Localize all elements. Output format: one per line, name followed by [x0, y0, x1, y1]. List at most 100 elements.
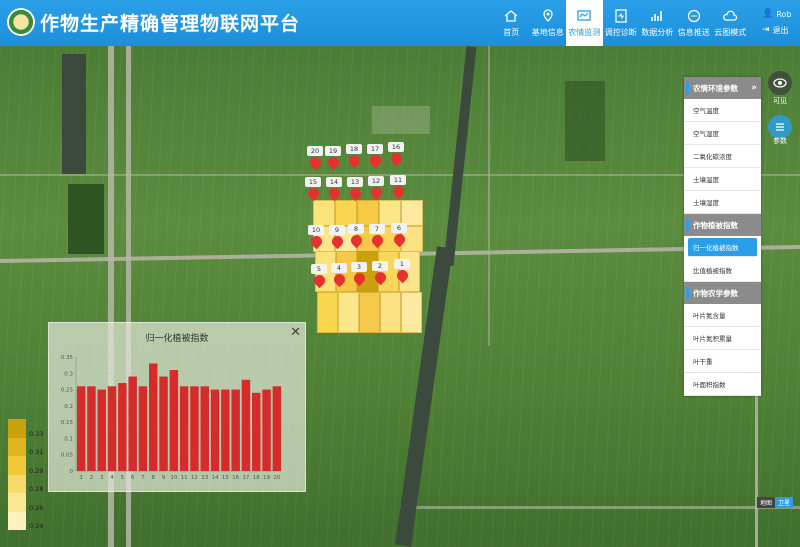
marker-label: 12	[368, 176, 384, 186]
field-plot[interactable]	[359, 292, 380, 333]
x-tick-label: 8	[152, 475, 156, 481]
parameter-item[interactable]: 叶面积指数	[684, 373, 761, 396]
marker-label: 2	[372, 261, 388, 271]
nav-item-5[interactable]: 信息推送	[676, 0, 713, 46]
message-icon	[687, 9, 700, 23]
marker-label: 20	[307, 146, 323, 156]
nav-item-2[interactable]: 农情监测	[566, 0, 603, 46]
parameter-item[interactable]: 二氧化碳浓度	[684, 145, 761, 168]
nav-item-4[interactable]: 数据分析	[639, 0, 676, 46]
logout-label: 退出	[772, 25, 789, 35]
parameter-item[interactable]: 比值植被指数	[684, 259, 761, 282]
parameter-item[interactable]: 土壤温度	[684, 168, 761, 191]
bar	[252, 392, 261, 471]
plot-marker[interactable]: 17	[367, 144, 384, 171]
map-pin-icon	[367, 152, 384, 169]
parameters-label: 参数	[773, 137, 787, 145]
diagnosis-icon	[615, 9, 627, 23]
map-pin-icon	[307, 154, 324, 171]
plot-marker[interactable]: 18	[346, 144, 363, 171]
basemap-map-button[interactable]: 地图	[757, 497, 776, 508]
plot-marker[interactable]: 2	[372, 261, 389, 288]
plot-marker[interactable]: 20	[307, 146, 324, 173]
plot-marker[interactable]: 16	[388, 142, 405, 169]
y-tick-label: 0.1	[64, 436, 73, 442]
field-plot[interactable]	[317, 292, 338, 333]
legend-label: 0.33	[29, 429, 44, 438]
marker-label: 8	[348, 224, 364, 234]
main-nav: 首页 基地信息 农情监测 调控诊断 数据分析 信息推送 云图模式	[493, 0, 749, 46]
parameter-item[interactable]: 叶片氮含量	[684, 304, 761, 327]
legend-row: 0.29	[8, 456, 48, 475]
field-plot[interactable]	[380, 292, 401, 333]
bar	[138, 386, 148, 471]
plot-marker[interactable]: 5	[311, 264, 328, 291]
plot-marker[interactable]: 3	[351, 262, 368, 289]
bar	[76, 386, 86, 471]
map-pin-icon	[325, 154, 342, 171]
nav-item-3[interactable]: 调控诊断	[603, 0, 640, 46]
parameter-item[interactable]: 归一化植被指数	[688, 238, 757, 257]
plot-marker[interactable]: 15	[305, 177, 322, 204]
plot-marker[interactable]: 13	[347, 177, 364, 204]
plot-marker[interactable]: 11	[390, 175, 407, 202]
map-pin-icon	[368, 184, 385, 201]
field-plot[interactable]	[338, 292, 359, 333]
parameter-item[interactable]: 叶片氮积累量	[684, 327, 761, 350]
parameter-item[interactable]: 土壤湿度	[684, 191, 761, 214]
plot-marker[interactable]: 4	[331, 263, 348, 290]
section-header[interactable]: 作物农学参数	[684, 282, 761, 304]
bar	[241, 379, 251, 471]
y-tick-label: 0.35	[61, 355, 74, 361]
section-header[interactable]: 作物植被指数	[684, 214, 761, 236]
parameter-item[interactable]: 空气湿度	[684, 122, 761, 145]
legend-label: 0.24	[29, 522, 44, 530]
y-tick-label: 0.25	[61, 388, 74, 394]
plot-marker[interactable]: 12	[368, 176, 385, 203]
plot-marker[interactable]: 1	[394, 259, 411, 286]
collapse-chevron-icon[interactable]: »	[751, 83, 757, 93]
map-pin-icon	[390, 183, 407, 200]
bar	[221, 389, 230, 471]
location-pin-icon	[543, 9, 553, 22]
eye-icon[interactable]	[768, 71, 792, 95]
plot-marker[interactable]: 19	[325, 146, 342, 173]
plot-marker[interactable]: 10	[308, 225, 325, 252]
marker-label: 14	[326, 177, 342, 187]
section-header[interactable]: 农情环境参数 »	[684, 77, 761, 99]
plot-marker[interactable]: 14	[326, 177, 343, 204]
parameter-item[interactable]: 空气温度	[684, 99, 761, 122]
legend-row: 0.28	[8, 474, 48, 493]
marker-label: 7	[369, 224, 385, 234]
marker-label: 16	[388, 142, 404, 152]
y-tick-label: 0.3	[64, 371, 73, 377]
bar	[97, 389, 106, 471]
home-icon	[504, 10, 518, 22]
x-tick-label: 15	[222, 475, 229, 481]
x-tick-label: 17	[242, 475, 249, 481]
marker-label: 13	[347, 177, 363, 187]
nav-item-1[interactable]: 基地信息	[530, 0, 567, 46]
map-pin-icon	[331, 271, 348, 288]
field-plot[interactable]	[401, 292, 422, 333]
map-pin-icon	[329, 233, 346, 250]
logout-button[interactable]: ⇥ 退出	[762, 22, 791, 38]
x-tick-label: 11	[181, 475, 188, 481]
nav-label: 信息推送	[677, 28, 710, 37]
plot-marker[interactable]: 6	[391, 223, 408, 250]
nav-item-6[interactable]: 云图模式	[712, 0, 749, 46]
close-icon[interactable]: ✕	[290, 325, 301, 340]
plot-marker[interactable]: 9	[329, 225, 346, 252]
x-tick-label: 5	[121, 475, 125, 481]
map-pin-icon	[348, 232, 365, 249]
nav-item-0[interactable]: 首页	[493, 0, 530, 46]
map-pin-icon	[391, 231, 408, 248]
plot-marker[interactable]: 7	[369, 224, 386, 251]
basemap-satellite-button[interactable]: 卫星	[775, 497, 794, 508]
parameter-item[interactable]: 叶干重	[684, 350, 761, 373]
plot-marker[interactable]: 8	[348, 224, 365, 251]
user-account[interactable]: 👤 Rob	[762, 6, 791, 22]
map-pin-icon	[351, 270, 368, 287]
y-tick-label: 0.2	[64, 404, 73, 410]
nav-label: 首页	[503, 28, 520, 37]
